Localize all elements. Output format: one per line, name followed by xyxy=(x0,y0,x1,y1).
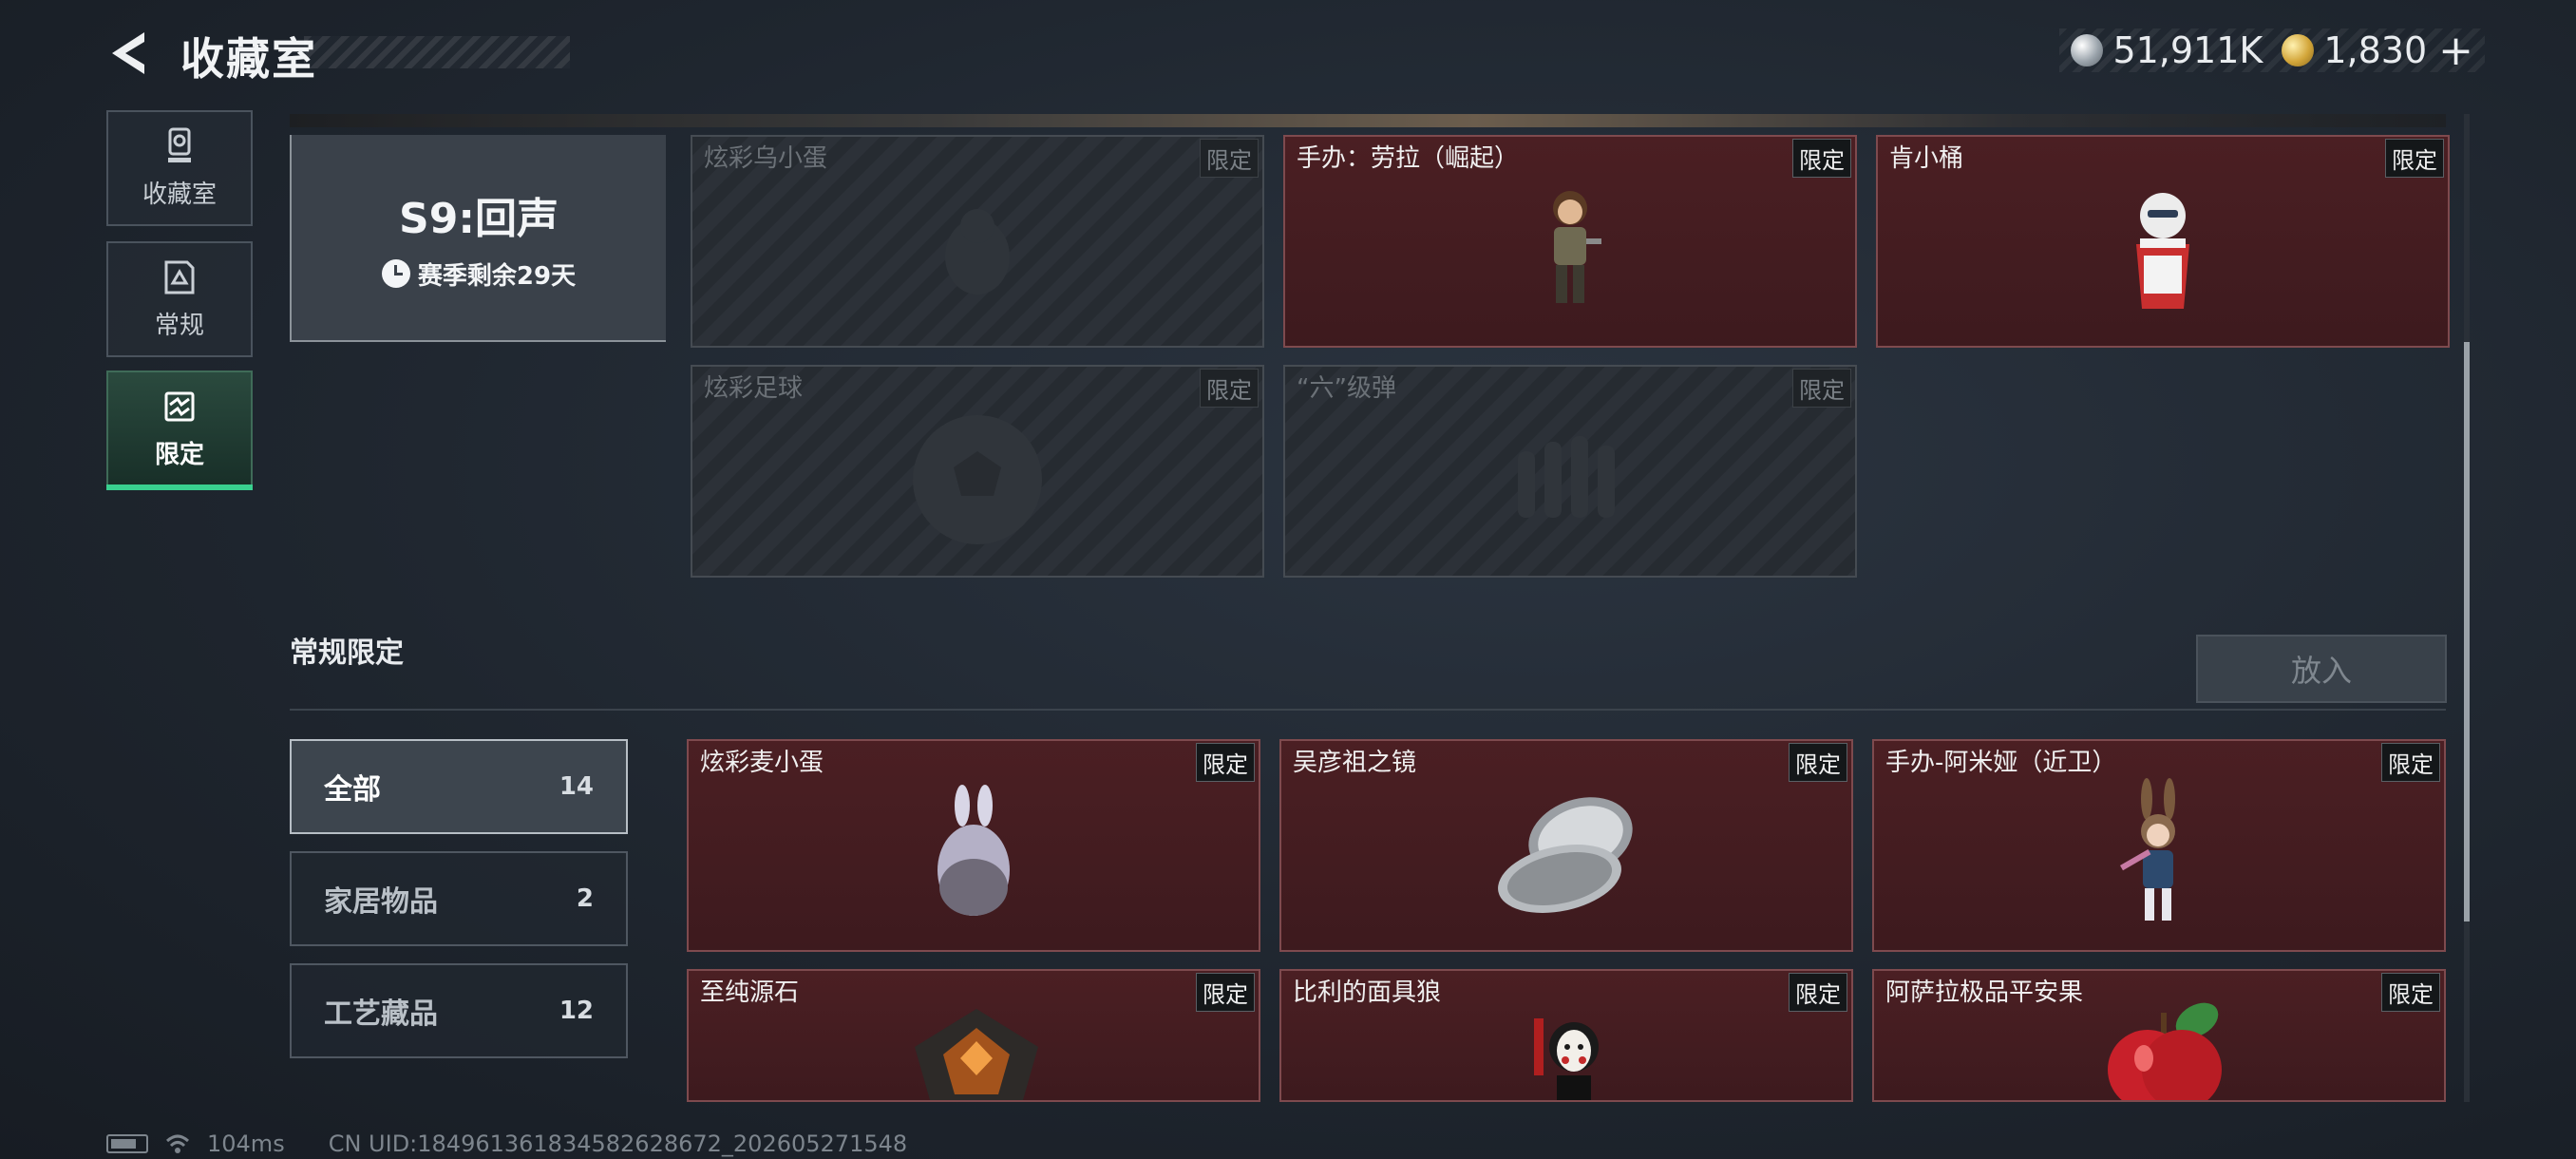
nav-label: 限定 xyxy=(154,440,204,469)
scrollbar[interactable] xyxy=(2464,114,2470,1102)
silver-currency: 51,911K xyxy=(2071,29,2263,71)
originium-stone-icon xyxy=(915,1009,1038,1100)
egg-silhouette-icon xyxy=(945,208,1010,294)
silver-amount: 51,911K xyxy=(2112,29,2263,71)
limited-tag: 限定 xyxy=(1789,973,1847,1012)
football-silhouette-icon xyxy=(913,414,1042,544)
nav-regular[interactable]: 常规 xyxy=(106,241,253,357)
amiya-figure-icon xyxy=(2120,777,2175,921)
collection-card[interactable]: 比利的面具狼 限定 xyxy=(1279,969,1853,1102)
collection-card[interactable]: 肯小桶 限定 xyxy=(1876,135,2450,348)
limited-icon xyxy=(164,391,195,421)
kfc-bucket-figure-icon xyxy=(2136,192,2189,309)
trophy-icon xyxy=(168,127,191,162)
limited-tag: 限定 xyxy=(2381,973,2440,1012)
gold-currency[interactable]: 1,830 + xyxy=(2282,27,2473,75)
collection-card[interactable]: 阿萨拉极品平安果 限定 xyxy=(1872,969,2446,1102)
season-panel: S9:回声 赛季剩余29天 xyxy=(290,135,666,342)
silver-coin-icon xyxy=(2071,34,2104,66)
item-name: 比利的面具狼 xyxy=(1293,978,1442,1007)
lara-figure-icon xyxy=(1553,190,1601,303)
currency-bar: 51,911K 1,830 + xyxy=(2059,27,2485,75)
back-arrow-icon[interactable] xyxy=(106,28,154,78)
nav-label: 收藏室 xyxy=(142,180,217,209)
uid-text: CN UID:184961361834582628672_20260527154… xyxy=(328,1130,908,1157)
collection-card[interactable]: 手办-阿米娅（近卫） 限定 xyxy=(1872,739,2446,952)
status-bar: 104ms CN UID:184961361834582628672_20260… xyxy=(106,1130,907,1157)
item-name: 炫彩足球 xyxy=(704,374,804,403)
collection-card[interactable]: 炫彩乌小蛋 限定 xyxy=(691,135,1264,348)
season-remaining: 赛季剩余29天 xyxy=(381,256,577,292)
limited-tag: 限定 xyxy=(1200,369,1259,408)
collection-card[interactable]: 至纯源石 限定 xyxy=(687,969,1260,1102)
scrollbar-thumb[interactable] xyxy=(2464,342,2470,922)
filter-count: 14 xyxy=(559,772,594,801)
limited-tag: 限定 xyxy=(1789,743,1847,782)
add-currency-button[interactable]: + xyxy=(2438,27,2473,75)
limited-tag: 限定 xyxy=(1196,973,1255,1012)
item-name: “六”级弹 xyxy=(1297,374,1396,403)
item-name: 阿萨拉极品平安果 xyxy=(1885,978,2084,1007)
title-decoration xyxy=(304,36,570,68)
limited-tag: 限定 xyxy=(1792,369,1851,408)
nav-limited[interactable]: 限定 xyxy=(106,370,253,490)
item-name: 手办-阿米娅（近卫） xyxy=(1885,749,2117,777)
section-title: 常规限定 xyxy=(290,636,404,670)
limited-tag: 限定 xyxy=(1196,743,1255,782)
battery-icon xyxy=(106,1134,148,1153)
clock-icon xyxy=(381,259,410,288)
gold-coin-icon xyxy=(2282,34,2315,66)
filter-count: 12 xyxy=(559,997,594,1025)
item-name: 手办：劳拉（崛起） xyxy=(1297,144,1520,173)
page-title: 收藏室 xyxy=(180,33,317,85)
collection-card[interactable]: 炫彩麦小蛋 限定 xyxy=(687,739,1260,952)
limited-tag: 限定 xyxy=(2385,139,2444,178)
collection-card[interactable]: “六”级弹 限定 xyxy=(1283,365,1857,578)
bunny-egg-icon xyxy=(938,784,1010,916)
filter-crafts[interactable]: 工艺藏品 12 xyxy=(290,963,628,1058)
season-remaining-text: 赛季剩余29天 xyxy=(417,261,577,291)
collection-card[interactable]: 手办：劳拉（崛起） 限定 xyxy=(1283,135,1857,348)
section-divider xyxy=(290,709,2446,711)
filter-label: 全部 xyxy=(324,773,381,807)
ping-text: 104ms xyxy=(207,1130,285,1157)
bullet-silhouette-icon xyxy=(1518,435,1615,518)
filter-all[interactable]: 全部 14 xyxy=(290,739,628,834)
wifi-icon xyxy=(165,1134,190,1153)
filter-label: 家居物品 xyxy=(324,885,438,919)
season-title: S9:回声 xyxy=(399,194,559,243)
limited-tag: 限定 xyxy=(1200,139,1259,178)
document-icon xyxy=(164,260,195,294)
season-banner xyxy=(290,114,2446,127)
put-in-button[interactable]: 放入 xyxy=(2196,635,2447,703)
limited-tag: 限定 xyxy=(1792,139,1851,178)
item-name: 吴彦祖之镜 xyxy=(1293,749,1417,777)
item-name: 至纯源石 xyxy=(700,978,800,1007)
nav-collection[interactable]: 收藏室 xyxy=(106,110,253,226)
item-name: 肯小桶 xyxy=(1889,144,1964,173)
compact-mirror-icon xyxy=(1498,797,1633,913)
limited-tag: 限定 xyxy=(2381,743,2440,782)
gold-amount: 1,830 xyxy=(2323,29,2428,71)
collection-card[interactable]: 炫彩足球 限定 xyxy=(691,365,1264,578)
nav-label: 常规 xyxy=(154,311,204,340)
billy-puppet-icon xyxy=(1534,1018,1599,1100)
item-name: 炫彩乌小蛋 xyxy=(704,144,828,173)
filter-home-items[interactable]: 家居物品 2 xyxy=(290,851,628,946)
filter-label: 工艺藏品 xyxy=(324,998,438,1031)
collection-card[interactable]: 吴彦祖之镜 限定 xyxy=(1279,739,1853,952)
filter-count: 2 xyxy=(576,884,594,913)
item-name: 炫彩麦小蛋 xyxy=(700,749,824,777)
apple-icon xyxy=(2108,1002,2222,1100)
